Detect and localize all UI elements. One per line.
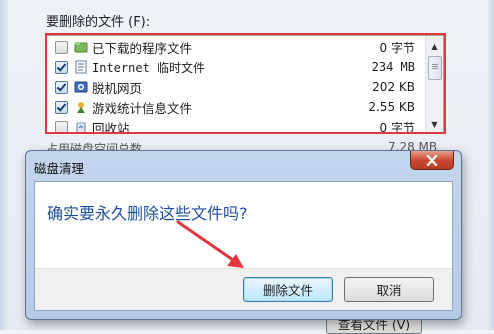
folder-icon: [74, 40, 88, 54]
scroll-thumb[interactable]: [428, 56, 442, 80]
game-icon: [74, 100, 88, 114]
dialog-button-bar: 删除文件 取消: [35, 268, 452, 310]
file-size: 2.55 KB: [368, 100, 415, 114]
file-row-game-statistics[interactable]: 游戏统计信息文件 2.55 KB: [47, 97, 425, 117]
file-name: 脱机网页: [92, 80, 143, 96]
files-to-delete-label: 要删除的文件 (F):: [46, 15, 151, 30]
cancel-button[interactable]: 取消: [344, 277, 434, 302]
file-size: 0 字节: [379, 120, 415, 135]
recycle-bin-icon: [74, 120, 88, 134]
delete-files-button[interactable]: 删除文件: [243, 277, 333, 302]
file-checkbox[interactable]: [55, 60, 68, 74]
dialog-body: 确实要永久删除这些文件吗? 删除文件 取消: [34, 181, 453, 311]
file-name: 回收站: [92, 120, 130, 136]
scroll-up-arrow-icon[interactable]: ▲: [426, 38, 443, 54]
document-icon: [74, 60, 88, 74]
file-row-offline-pages[interactable]: 脱机网页 202 KB: [47, 77, 425, 97]
file-size: 202 KB: [372, 80, 415, 94]
file-row-downloaded-programs[interactable]: 已下载的程序文件 0 字节: [47, 37, 425, 57]
dialog-title: 磁盘清理: [34, 161, 85, 176]
file-checkbox[interactable]: [55, 100, 68, 114]
file-checkbox[interactable]: [55, 120, 68, 134]
file-list[interactable]: 已下载的程序文件 0 字节 Internet 临时文件 234 MB 脱机网页 …: [46, 35, 444, 137]
dialog-message: 确实要永久删除这些文件吗?: [47, 204, 248, 223]
window-left-border: [0, 0, 8, 330]
close-icon: [426, 154, 438, 166]
file-row-internet-temp[interactable]: Internet 临时文件 234 MB: [47, 57, 425, 77]
scroll-down-arrow-icon[interactable]: ▼: [426, 116, 443, 132]
file-name: Internet 临时文件: [92, 60, 206, 75]
file-checkbox[interactable]: [55, 40, 68, 54]
confirm-delete-dialog: 磁盘清理 确实要永久删除这些文件吗? 删除文件 取消: [25, 150, 462, 320]
file-name: 已下载的程序文件: [92, 40, 193, 56]
file-name: 游戏统计信息文件: [92, 100, 193, 116]
file-checkbox[interactable]: [55, 80, 68, 94]
window-right-border: [488, 0, 494, 330]
file-row-recycle-bin[interactable]: 回收站 0 字节: [47, 117, 425, 137]
file-size: 234 MB: [371, 60, 415, 74]
web-page-icon: [74, 80, 88, 94]
close-button[interactable]: [410, 151, 454, 170]
file-list-scrollbar[interactable]: ▲ ▼: [425, 36, 443, 133]
file-size: 0 字节: [379, 40, 415, 55]
